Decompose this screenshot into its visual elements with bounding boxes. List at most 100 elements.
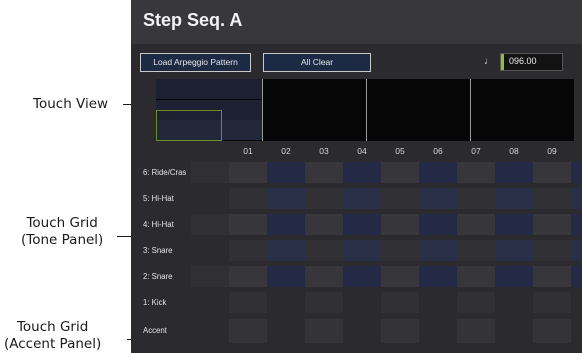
grid-cell[interactable] (343, 214, 381, 235)
grid-cell[interactable] (571, 214, 582, 235)
row-label: 1: Kick (143, 298, 167, 307)
accent-cell[interactable] (229, 319, 267, 343)
column-header: 03 (319, 146, 329, 156)
touch-view-divider (470, 79, 471, 141)
callout-touch-grid-tone-line2: (Tone Panel) (21, 232, 104, 248)
grid-cell[interactable] (267, 240, 305, 261)
grid-cell[interactable] (495, 240, 533, 261)
grid-cell[interactable] (229, 292, 267, 313)
grid-cell[interactable] (419, 240, 457, 261)
touch-view-window[interactable] (156, 110, 222, 141)
callout-touch-grid-tone: Touch Grid (Tone Panel) (21, 215, 103, 249)
touch-view[interactable] (156, 79, 574, 141)
callout-touch-grid-tone-line1: Touch Grid (26, 215, 98, 231)
grid-cell[interactable] (191, 266, 229, 287)
accent-cell[interactable] (305, 319, 343, 343)
row-label: 3: Snare (143, 246, 173, 255)
grid-cell[interactable] (305, 240, 343, 261)
grid-cell[interactable] (457, 162, 495, 183)
grid-cell[interactable] (381, 266, 419, 287)
grid-cell[interactable] (191, 214, 229, 235)
grid-cell[interactable] (495, 266, 533, 287)
grid-cell[interactable] (533, 240, 571, 261)
grid-cell[interactable] (533, 188, 571, 209)
callout-touch-grid-accent-line1: Touch Grid (16, 319, 89, 335)
page-title: Step Seq. A (143, 10, 243, 30)
grid-cell[interactable] (457, 240, 495, 261)
grid-cell[interactable] (229, 188, 267, 209)
accent-cell[interactable] (533, 319, 571, 343)
grid-cell[interactable] (267, 214, 305, 235)
accent-cell[interactable] (381, 319, 419, 343)
grid-cell[interactable] (533, 292, 571, 313)
grid-cell[interactable] (495, 188, 533, 209)
grid-cell[interactable] (495, 214, 533, 235)
touch-view-divider (262, 79, 263, 141)
grid-cell[interactable] (533, 162, 571, 183)
quarter-note-icon: ♩ (484, 56, 494, 67)
grid-cell[interactable] (457, 214, 495, 235)
grid-cell[interactable] (381, 240, 419, 261)
grid-cell[interactable] (343, 266, 381, 287)
grid-cell[interactable] (229, 240, 267, 261)
grid-cell[interactable] (267, 162, 305, 183)
grid-cell[interactable] (571, 240, 582, 261)
row-label: 2: Snare (143, 272, 173, 281)
row-label: 5: Hi-Hat (143, 194, 174, 203)
touch-view-strip (156, 79, 262, 99)
accent-row-label: Accent (143, 326, 167, 335)
grid-cell[interactable] (267, 188, 305, 209)
grid-cell[interactable] (419, 266, 457, 287)
tempo-field[interactable]: 096.00 (500, 53, 563, 71)
grid-cell[interactable] (381, 292, 419, 313)
column-header: 02 (281, 146, 291, 156)
grid-cell[interactable] (419, 162, 457, 183)
callout-touch-grid-accent: Touch Grid (Accent Panel) (4, 319, 101, 353)
step-seq-screen: Step Seq. A Load Arpeggio Pattern All Cl… (131, 0, 582, 353)
grid-cell[interactable] (571, 162, 582, 183)
grid-cell[interactable] (571, 188, 582, 209)
grid-cell[interactable] (533, 214, 571, 235)
grid-cell[interactable] (305, 266, 343, 287)
column-header: 09 (547, 146, 557, 156)
grid-cell[interactable] (495, 162, 533, 183)
grid-cell[interactable] (343, 188, 381, 209)
callout-touch-grid-accent-line2: (Accent Panel) (4, 336, 102, 352)
all-clear-button[interactable]: All Clear (263, 53, 371, 72)
callout-touch-view: Touch View (33, 96, 108, 113)
grid-cell[interactable] (381, 214, 419, 235)
touch-view-divider (366, 79, 367, 141)
load-arpeggio-pattern-button[interactable]: Load Arpeggio Pattern (140, 53, 251, 72)
grid-cell[interactable] (191, 162, 229, 183)
row-label: 6: Ride/Cras (143, 168, 187, 177)
column-header: 05 (395, 146, 405, 156)
grid-cell[interactable] (267, 266, 305, 287)
grid-cell[interactable] (305, 188, 343, 209)
grid-cell[interactable] (419, 214, 457, 235)
grid-cell[interactable] (457, 266, 495, 287)
grid-cell[interactable] (305, 214, 343, 235)
column-header: 06 (433, 146, 443, 156)
grid-cell[interactable] (533, 266, 571, 287)
grid-cell[interactable] (343, 162, 381, 183)
grid-cell[interactable] (305, 162, 343, 183)
grid-cell[interactable] (457, 188, 495, 209)
grid-cell[interactable] (381, 162, 419, 183)
tempo-accent-bar (501, 54, 504, 70)
accent-cell[interactable] (457, 319, 495, 343)
grid-cell[interactable] (419, 188, 457, 209)
title-bar: Step Seq. A (131, 0, 582, 44)
grid-cell[interactable] (381, 188, 419, 209)
column-header: 08 (509, 146, 519, 156)
grid-cell[interactable] (229, 214, 267, 235)
grid-cell[interactable] (229, 266, 267, 287)
column-header: 01 (243, 146, 253, 156)
tempo-value: 096.00 (509, 56, 537, 66)
grid-cell[interactable] (343, 240, 381, 261)
grid-cell[interactable] (229, 162, 267, 183)
callout-touch-view-text: Touch View (33, 96, 109, 112)
grid-cell[interactable] (571, 266, 582, 287)
grid-cell[interactable] (457, 292, 495, 313)
column-header: 04 (357, 146, 367, 156)
grid-cell[interactable] (305, 292, 343, 313)
